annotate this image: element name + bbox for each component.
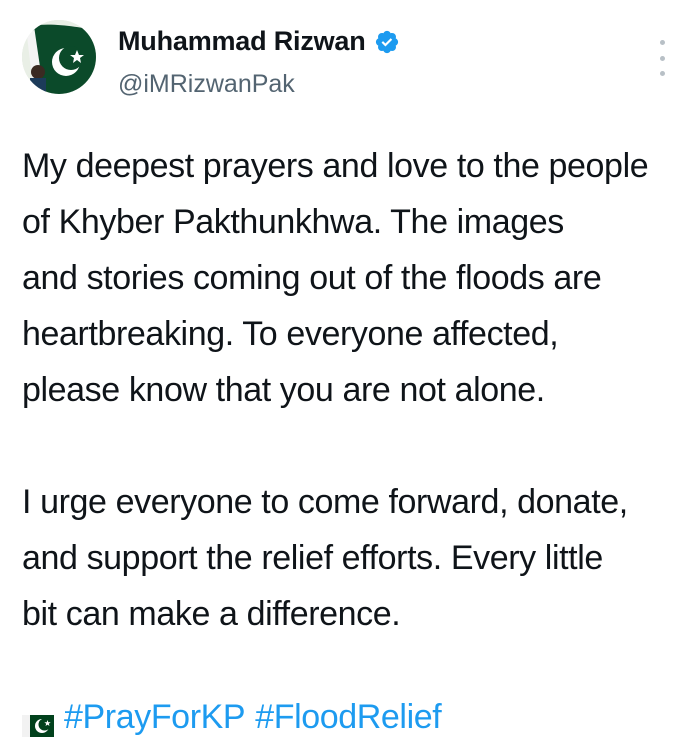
tweet-line: heartbreaking. To everyone affected, [22,315,559,353]
tweet-line: of Khyber Pakthunkhwa. The images [22,203,564,241]
tweet-line: I urge everyone to come forward, donate, [22,483,628,521]
user-handle[interactable]: @iMRizwanPak [118,70,295,99]
more-dot [659,71,665,76]
more-options-icon[interactable] [650,40,674,76]
tweet-card: Muhammad Rizwan @iMRizwanPak My deepest … [0,0,700,750]
hashtag-floodrelief-link[interactable]: #FloodRelief [255,698,441,737]
pakistan-flag-icon [22,707,54,737]
tweet-line: My deepest prayers and love to the peopl… [22,147,649,185]
profile-avatar[interactable] [22,20,96,94]
tweet-line: please know that you are not alone. [22,371,545,409]
tweet-line: bit can make a difference. [22,595,401,633]
tweet-line: and stories coming out of the floods are [22,259,602,297]
verified-badge-icon [374,29,400,55]
tweet-text: My deepest prayers and love to the peopl… [22,138,682,642]
author-name-row: Muhammad Rizwan [118,26,400,57]
tweet-line: and support the relief efforts. Every li… [22,539,603,577]
tweet-paragraph-1: My deepest prayers and love to the peopl… [22,138,682,418]
display-name[interactable]: Muhammad Rizwan [118,26,366,57]
more-dot [659,40,665,45]
hashtag-row: #PrayForKP #FloodRelief [22,698,442,737]
hashtag-prayforkp-link[interactable]: #PrayForKP [64,698,246,737]
tweet-paragraph-2: I urge everyone to come forward, donate,… [22,474,682,642]
pakistan-flag-avatar-icon [22,20,96,94]
more-dot [659,55,665,61]
